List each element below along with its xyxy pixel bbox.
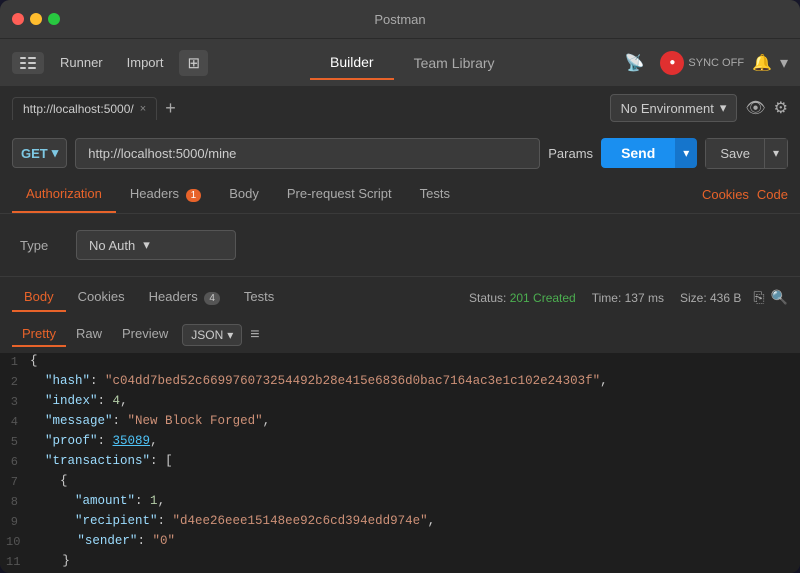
sidebar-toggle-button[interactable] xyxy=(12,52,44,74)
resp-tab-headers[interactable]: Headers 4 xyxy=(137,283,232,312)
save-group: Save ▾ xyxy=(705,138,788,169)
size-value: 436 B xyxy=(710,291,741,305)
resp-headers-badge: 4 xyxy=(204,292,220,305)
method-selector[interactable]: GET ▾ xyxy=(12,138,67,168)
json-line-10: 10 "sender": "0" xyxy=(0,533,800,553)
search-response-button[interactable]: 🔍 xyxy=(771,289,788,306)
auth-row: Type No Auth ▾ xyxy=(20,230,780,260)
size-label: Size: 436 B xyxy=(680,291,741,305)
headers-badge: 1 xyxy=(186,189,202,202)
auth-type-selector[interactable]: No Auth ▾ xyxy=(76,230,236,260)
response-section: Body Cookies Headers 4 Tests Status: 201… xyxy=(0,277,800,573)
format-selector[interactable]: JSON ▾ xyxy=(182,324,242,346)
save-button[interactable]: Save xyxy=(705,138,765,169)
url-input[interactable] xyxy=(75,138,540,169)
tab-authorization[interactable]: Authorization xyxy=(12,176,116,213)
settings-button[interactable]: ⚙ xyxy=(774,98,788,118)
send-dropdown[interactable]: ▾ xyxy=(675,138,697,168)
time-label: Time: 137 ms xyxy=(592,291,664,305)
params-button[interactable]: Params xyxy=(548,146,593,161)
environment-label: No Environment xyxy=(621,101,714,116)
runner-button[interactable]: Runner xyxy=(52,51,111,74)
format-icon-button[interactable]: ≡ xyxy=(250,326,259,344)
wifi-icon-button[interactable]: 📡 xyxy=(617,49,653,77)
traffic-lights xyxy=(12,13,60,25)
req-tabs-right: Cookies Code xyxy=(702,187,788,202)
app-window: Postman Runner Import ⊞ Builder Team Lib… xyxy=(0,0,800,573)
json-line-6: 6 "transactions": [ xyxy=(0,453,800,473)
json-line-9: 9 "recipient": "d4ee26eee15148ee92c6cd39… xyxy=(0,513,800,533)
response-header: Body Cookies Headers 4 Tests Status: 201… xyxy=(0,277,800,318)
sync-button[interactable]: ● SYNC OFF xyxy=(660,51,744,75)
json-line-4: 4 "message": "New Block Forged", xyxy=(0,413,800,433)
json-line-2: 2 "hash": "c04dd7bed52c669976073254492b2… xyxy=(0,373,800,393)
import-button[interactable]: Import xyxy=(119,51,172,74)
notification-bell[interactable]: 🔔 xyxy=(752,53,772,73)
format-bar: Pretty Raw Preview JSON ▾ ≡ xyxy=(0,318,800,353)
maximize-button[interactable] xyxy=(48,13,60,25)
pretty-button[interactable]: Pretty xyxy=(12,322,66,347)
request-tabs: Authorization Headers 1 Body Pre-request… xyxy=(0,176,800,214)
json-line-11: 11 } xyxy=(0,553,800,573)
status-code: 201 Created xyxy=(510,291,576,305)
cookies-link[interactable]: Cookies xyxy=(702,187,749,202)
send-group: Send ▾ xyxy=(601,138,697,168)
nav-bar: Runner Import ⊞ Builder Team Library 📡 ●… xyxy=(0,38,800,86)
sync-label: SYNC OFF xyxy=(688,57,744,69)
method-chevron: ▾ xyxy=(52,145,59,161)
sync-icon: ● xyxy=(660,51,684,75)
response-tabs: Body Cookies Headers 4 Tests xyxy=(12,283,286,312)
title-bar: Postman xyxy=(0,0,800,38)
auth-type-value: No Auth xyxy=(89,238,135,253)
tab-tests[interactable]: Tests xyxy=(406,176,464,213)
method-label: GET xyxy=(21,146,48,161)
nav-tabs: Builder Team Library xyxy=(216,46,608,80)
json-line-1: 1 { xyxy=(0,353,800,373)
resp-tab-tests[interactable]: Tests xyxy=(232,283,286,312)
minimize-button[interactable] xyxy=(30,13,42,25)
status-label: Status: 201 Created xyxy=(469,291,576,305)
json-line-3: 3 "index": 4, xyxy=(0,393,800,413)
format-value: JSON xyxy=(191,328,223,342)
url-tab-close[interactable]: × xyxy=(140,103,146,115)
send-button[interactable]: Send xyxy=(601,138,675,168)
eye-button[interactable]: 👁 xyxy=(745,98,765,118)
json-line-5: 5 "proof": 35089, xyxy=(0,433,800,453)
response-actions: ⎘ 🔍 xyxy=(753,289,788,306)
new-request-button[interactable]: + xyxy=(165,98,176,119)
request-bar: GET ▾ Params Send ▾ Save ▾ xyxy=(0,130,800,176)
auth-type-chevron: ▾ xyxy=(143,237,150,253)
auth-section: Type No Auth ▾ xyxy=(0,214,800,276)
time-value: 137 ms xyxy=(625,291,664,305)
tab-pre-request-script[interactable]: Pre-request Script xyxy=(273,176,406,213)
url-bar: http://localhost:5000/ × + No Environmen… xyxy=(0,86,800,130)
environment-selector[interactable]: No Environment ▾ xyxy=(610,94,738,122)
user-menu-chevron[interactable]: ▾ xyxy=(780,53,788,73)
url-tab[interactable]: http://localhost:5000/ × xyxy=(12,97,157,120)
tab-builder[interactable]: Builder xyxy=(310,46,394,80)
save-dropdown[interactable]: ▾ xyxy=(765,138,788,169)
auth-type-label: Type xyxy=(20,238,60,253)
format-chevron: ▾ xyxy=(227,328,233,342)
url-tab-text: http://localhost:5000/ xyxy=(23,102,134,116)
json-line-7: 7 { xyxy=(0,473,800,493)
close-button[interactable] xyxy=(12,13,24,25)
preview-button[interactable]: Preview xyxy=(112,322,178,347)
resp-tab-cookies[interactable]: Cookies xyxy=(66,283,137,312)
environment-chevron: ▾ xyxy=(720,100,727,116)
tab-headers[interactable]: Headers 1 xyxy=(116,176,215,213)
nav-right: 📡 ● SYNC OFF 🔔 ▾ xyxy=(617,49,789,77)
tab-body[interactable]: Body xyxy=(215,176,273,213)
tab-team-library[interactable]: Team Library xyxy=(394,46,515,80)
json-body[interactable]: 1 { 2 "hash": "c04dd7bed52c6699760732544… xyxy=(0,353,800,573)
json-line-8: 8 "amount": 1, xyxy=(0,493,800,513)
raw-button[interactable]: Raw xyxy=(66,322,112,347)
resp-tab-body[interactable]: Body xyxy=(12,283,66,312)
copy-response-button[interactable]: ⎘ xyxy=(753,289,764,306)
window-title: Postman xyxy=(374,12,425,27)
response-status: Status: 201 Created Time: 137 ms Size: 4… xyxy=(469,291,741,305)
new-tab-button[interactable]: ⊞ xyxy=(179,50,208,76)
code-link[interactable]: Code xyxy=(757,187,788,202)
